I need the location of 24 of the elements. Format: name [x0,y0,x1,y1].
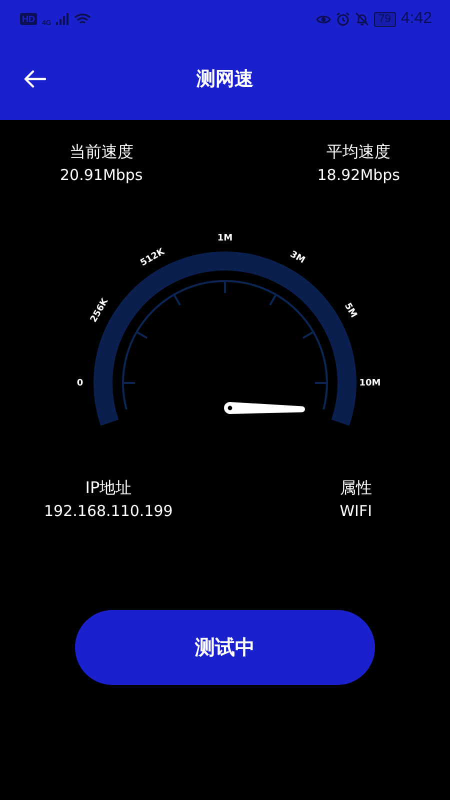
bell-off-icon [354,12,369,26]
stat-label: IP地址 [85,478,132,499]
scale-label: 1M [217,233,233,244]
scale-label: 0 [76,378,84,388]
battery-level: 79 [374,12,396,26]
signal-icon [56,13,70,25]
stat-label: 当前速度 [69,142,134,163]
scale-label: 3M [288,250,306,266]
scale-label: 5M [342,302,358,320]
scale-label: 10M [359,378,381,388]
stat-value: 18.92Mbps [317,166,400,184]
hd-icon: HD [20,13,37,25]
eye-icon [316,14,331,24]
stat-value: 20.91Mbps [60,166,143,184]
alarm-icon [336,12,350,26]
stat-value: WIFI [340,502,372,520]
stat-label: 属性 [340,478,372,499]
wifi-icon [74,12,92,26]
stat-value: 192.168.110.199 [44,502,173,520]
back-arrow-icon[interactable] [24,70,46,88]
stat-label: 平均速度 [326,142,391,163]
page-title: 测网速 [196,68,254,90]
testing-button[interactable]: 测试中 [75,610,375,685]
clock-time: 4:42 [400,10,432,28]
